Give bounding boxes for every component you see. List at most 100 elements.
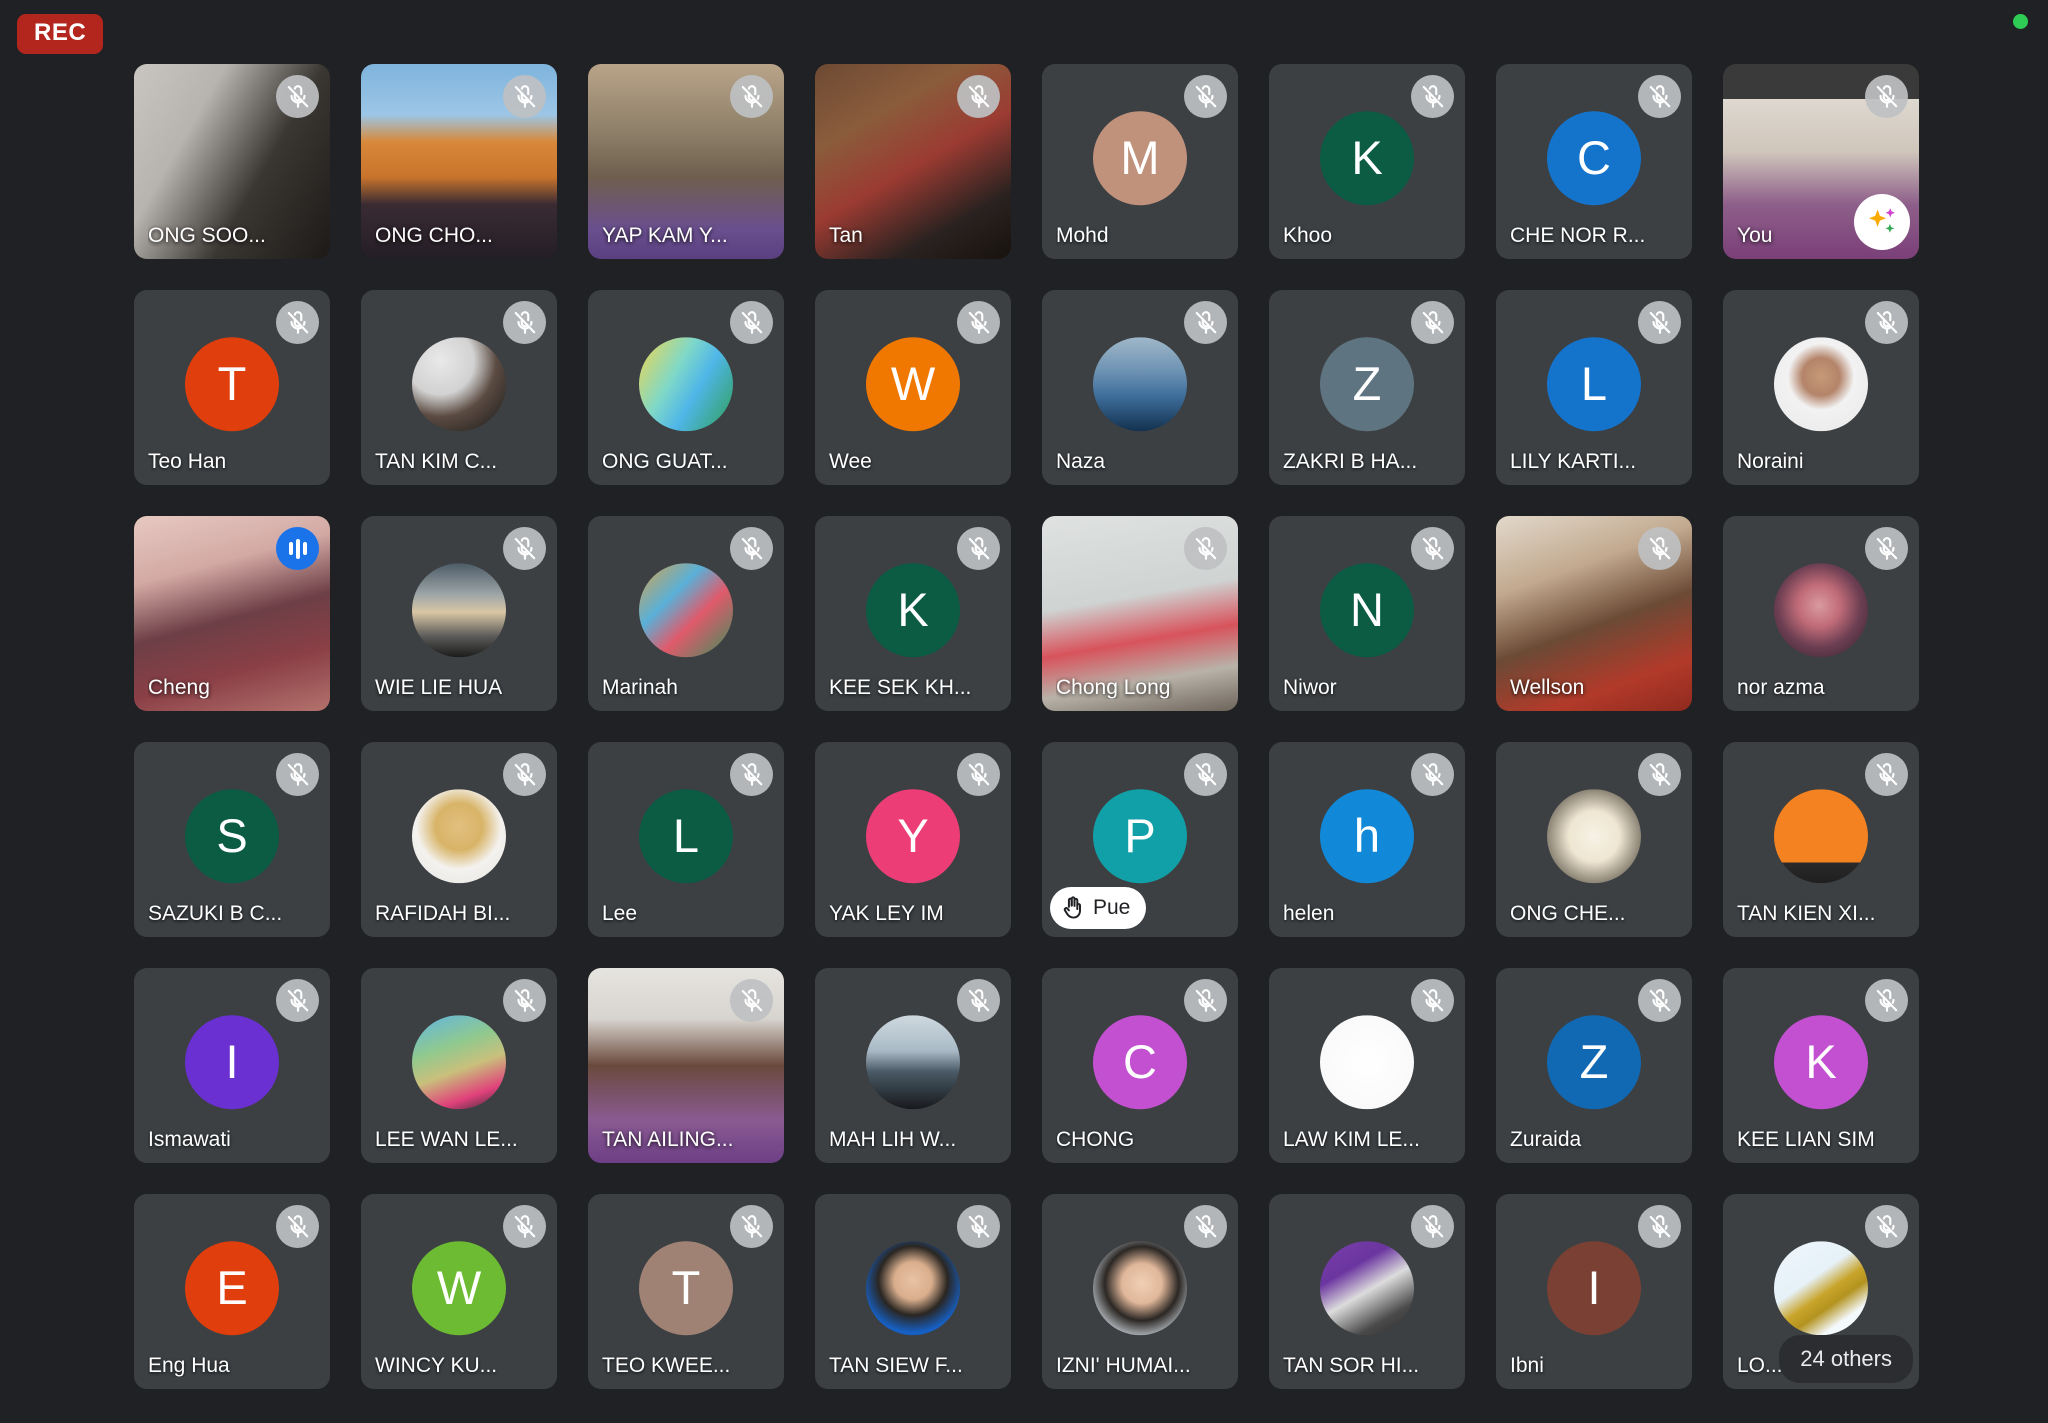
- participant-name: Marinah: [602, 675, 678, 699]
- participant-tile[interactable]: W Wee: [815, 290, 1011, 485]
- participant-tile[interactable]: L Lee: [588, 742, 784, 937]
- participant-tile[interactable]: M Mohd: [1042, 64, 1238, 259]
- raised-hand-icon: [1063, 896, 1081, 919]
- participant-name: WIE LIE HUA: [375, 675, 503, 699]
- mic-off-badge: [1411, 301, 1454, 344]
- participant-name: Noraini: [1737, 449, 1804, 473]
- participant-tile[interactable]: N Niwor: [1269, 516, 1465, 711]
- avatar-initial: Z: [1579, 1035, 1609, 1089]
- avatar-initial: K: [1351, 131, 1383, 185]
- avatar-initial: W: [890, 357, 936, 411]
- mic-off-badge: [730, 1205, 773, 1248]
- participant-tile[interactable]: LAW KIM LE...: [1269, 968, 1465, 1163]
- participant-tile[interactable]: Marinah: [588, 516, 784, 711]
- participant-tile[interactable]: ONG CHE...: [1496, 742, 1692, 937]
- participant-tile[interactable]: I Ismawati: [134, 968, 330, 1163]
- participant-tile[interactable]: ONG CHO...: [361, 64, 557, 259]
- avatar-initial: T: [217, 357, 247, 411]
- avatar: K: [1320, 110, 1414, 205]
- avatar-photo: [1320, 1240, 1414, 1335]
- participant-name: CHE NOR R...: [1510, 223, 1646, 247]
- participant-tile[interactable]: h helen: [1269, 742, 1465, 937]
- mic-off-badge: [730, 753, 773, 796]
- participant-tile[interactable]: ONG SOO...: [134, 64, 330, 259]
- mic-off-icon: [514, 310, 535, 334]
- mic-off-badge: [1865, 979, 1908, 1022]
- participant-name: ZAKRI B HA...: [1283, 449, 1418, 473]
- avatar: S: [185, 788, 279, 883]
- avatar-initial: I: [1587, 1261, 1601, 1315]
- mic-off-icon: [1195, 988, 1216, 1012]
- participant-tile[interactable]: Chong Long: [1042, 516, 1238, 711]
- participant-tile[interactable]: Naza: [1042, 290, 1238, 485]
- participant-name: ONG SOO...: [148, 223, 266, 247]
- participant-name: LAW KIM LE...: [1283, 1127, 1420, 1151]
- participant-tile[interactable]: E Eng Hua: [134, 1194, 330, 1389]
- participant-name: IZNI' HUMAI...: [1056, 1353, 1191, 1377]
- participant-tile[interactable]: MAH LIH W...: [815, 968, 1011, 1163]
- participant-tile[interactable]: S SAZUKI B C...: [134, 742, 330, 937]
- visual-effects-button[interactable]: [1854, 194, 1910, 250]
- participant-tile[interactable]: K KEE SEK KH...: [815, 516, 1011, 711]
- participant-tile[interactable]: P Pue Pue: [1042, 742, 1238, 937]
- participant-tile[interactable]: IZNI' HUMAI...: [1042, 1194, 1238, 1389]
- participant-tile[interactable]: Wellson: [1496, 516, 1692, 711]
- avatar-photo: [1320, 1014, 1414, 1109]
- participant-tile[interactable]: RAFIDAH BI...: [361, 742, 557, 937]
- participant-tile[interactable]: T Teo Han: [134, 290, 330, 485]
- avatar: [1774, 788, 1868, 883]
- participant-tile[interactable]: I Ibni: [1496, 1194, 1692, 1389]
- participant-name: YAP KAM Y...: [602, 223, 728, 247]
- participant-tile[interactable]: Z Zuraida: [1496, 968, 1692, 1163]
- mic-off-icon: [1649, 536, 1670, 560]
- participant-tile[interactable]: TAN AILING...: [588, 968, 784, 1163]
- participant-tile[interactable]: WIE LIE HUA: [361, 516, 557, 711]
- avatar: [866, 1014, 960, 1109]
- avatar: Y: [866, 788, 960, 883]
- participant-tile[interactable]: TAN KIEN XI...: [1723, 742, 1919, 937]
- mic-off-icon: [514, 988, 535, 1012]
- participant-tile[interactable]: T TEO KWEE...: [588, 1194, 784, 1389]
- mic-off-badge: [957, 753, 1000, 796]
- participant-tile[interactable]: W WINCY KU...: [361, 1194, 557, 1389]
- participant-name: TAN AILING...: [602, 1127, 734, 1151]
- avatar: L: [1547, 336, 1641, 431]
- participant-name: TEO KWEE...: [602, 1353, 731, 1377]
- participant-tile[interactable]: K Khoo: [1269, 64, 1465, 259]
- participant-tile[interactable]: YAP KAM Y...: [588, 64, 784, 259]
- participant-tile[interactable]: You: [1723, 64, 1919, 259]
- participant-name: KEE SEK KH...: [829, 675, 972, 699]
- participant-tile[interactable]: TAN SIEW F...: [815, 1194, 1011, 1389]
- participant-tile[interactable]: LEE WAN LE...: [361, 968, 557, 1163]
- more-participants-chip[interactable]: 24 others: [1779, 1335, 1913, 1383]
- participant-tile[interactable]: nor azma: [1723, 516, 1919, 711]
- participant-name: Wee: [829, 449, 872, 473]
- participant-name: Tan: [829, 223, 863, 247]
- mic-off-icon: [1422, 762, 1443, 786]
- avatar: [1093, 336, 1187, 431]
- mic-off-badge: [1184, 527, 1227, 570]
- participant-tile[interactable]: C CHONG: [1042, 968, 1238, 1163]
- participant-tile[interactable]: Y YAK LEY IM: [815, 742, 1011, 937]
- avatar-initial: P: [1124, 809, 1156, 863]
- participant-tile[interactable]: Z ZAKRI B HA...: [1269, 290, 1465, 485]
- participant-tile[interactable]: C CHE NOR R...: [1496, 64, 1692, 259]
- participant-tile[interactable]: Tan: [815, 64, 1011, 259]
- participant-tile[interactable]: L LILY KARTI...: [1496, 290, 1692, 485]
- mic-off-badge: [730, 979, 773, 1022]
- mic-off-icon: [741, 84, 762, 108]
- participant-tile[interactable]: TAN KIM C...: [361, 290, 557, 485]
- participant-tile[interactable]: TAN SOR HI...: [1269, 1194, 1465, 1389]
- avatar: W: [412, 1240, 506, 1335]
- participant-name: Zuraida: [1510, 1127, 1582, 1151]
- participant-tile[interactable]: ONG GUAT...: [588, 290, 784, 485]
- mic-off-icon: [1195, 1214, 1216, 1238]
- participant-tile[interactable]: LO... 24 others: [1723, 1194, 1919, 1389]
- participant-tile[interactable]: K KEE LIAN SIM: [1723, 968, 1919, 1163]
- participant-name: CHONG: [1056, 1127, 1135, 1151]
- mic-off-icon: [514, 762, 535, 786]
- participant-tile[interactable]: Cheng: [134, 516, 330, 711]
- mic-off-badge: [276, 301, 319, 344]
- participant-name: KEE LIAN SIM: [1737, 1127, 1875, 1151]
- participant-tile[interactable]: Noraini: [1723, 290, 1919, 485]
